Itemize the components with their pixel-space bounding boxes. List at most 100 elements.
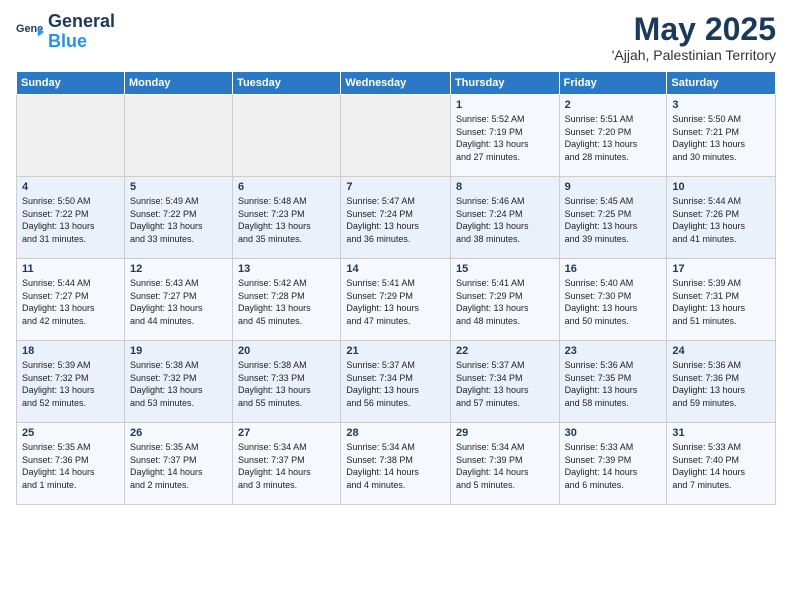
day-number: 14 xyxy=(346,263,445,275)
day-info: Sunrise: 5:37 AM Sunset: 7:34 PM Dayligh… xyxy=(456,359,554,409)
col-friday: Friday xyxy=(559,72,667,95)
calendar-cell-w2-d6: 9Sunrise: 5:45 AM Sunset: 7:25 PM Daylig… xyxy=(559,177,667,259)
day-info: Sunrise: 5:51 AM Sunset: 7:20 PM Dayligh… xyxy=(565,113,662,163)
day-number: 20 xyxy=(238,345,335,357)
day-info: Sunrise: 5:40 AM Sunset: 7:30 PM Dayligh… xyxy=(565,277,662,327)
calendar-cell-w3-d1: 11Sunrise: 5:44 AM Sunset: 7:27 PM Dayli… xyxy=(17,259,125,341)
day-info: Sunrise: 5:49 AM Sunset: 7:22 PM Dayligh… xyxy=(130,195,227,245)
day-number: 29 xyxy=(456,427,554,439)
calendar-cell-w5-d4: 28 Sunrise: 5:34 AM Sunset: 7:38 PM Dayli… xyxy=(341,423,451,505)
calendar-cell-w4-d3: 20 Sunrise: 5:38 AM Sunset: 7:33 PM Dayli… xyxy=(233,341,341,423)
calendar-cell-w1-d3 xyxy=(233,95,341,177)
week-row-3: 11Sunrise: 5:44 AM Sunset: 7:27 PM Dayli… xyxy=(17,259,776,341)
day-number: 26 xyxy=(130,427,227,439)
day-info: Sunrise: 5:33 AM Sunset: 7:40 PM Dayligh… xyxy=(672,441,770,491)
day-number: 24 xyxy=(672,345,770,357)
day-info: Sunrise: 5:47 AM Sunset: 7:24 PM Dayligh… xyxy=(346,195,445,245)
day-info: Sunrise: 5:41 AM Sunset: 7:29 PM Dayligh… xyxy=(456,277,554,327)
calendar-cell-w1-d7: 3 Sunrise: 5:50 AM Sunset: 7:21 PM Daylig… xyxy=(667,95,776,177)
day-number: 17 xyxy=(672,263,770,275)
day-number: 4 xyxy=(22,181,119,193)
main-title: May 2025 xyxy=(612,12,776,47)
logo-icon: General xyxy=(16,18,44,46)
day-info: Sunrise: 5:46 AM Sunset: 7:24 PM Dayligh… xyxy=(456,195,554,245)
calendar-cell-w4-d7: 24Sunrise: 5:36 AM Sunset: 7:36 PM Dayli… xyxy=(667,341,776,423)
day-info: Sunrise: 5:33 AM Sunset: 7:39 PM Dayligh… xyxy=(565,441,662,491)
day-number: 28 xyxy=(346,427,445,439)
calendar-cell-w3-d3: 13Sunrise: 5:42 AM Sunset: 7:28 PM Dayli… xyxy=(233,259,341,341)
col-wednesday: Wednesday xyxy=(341,72,451,95)
calendar-cell-w2-d3: 6 Sunrise: 5:48 AM Sunset: 7:23 PM Daylig… xyxy=(233,177,341,259)
day-number: 12 xyxy=(130,263,227,275)
calendar: Sunday Monday Tuesday Wednesday Thursday… xyxy=(16,71,776,505)
day-info: Sunrise: 5:38 AM Sunset: 7:33 PM Dayligh… xyxy=(238,359,335,409)
col-saturday: Saturday xyxy=(667,72,776,95)
calendar-cell-w4-d2: 19 Sunrise: 5:38 AM Sunset: 7:32 PM Dayli… xyxy=(124,341,232,423)
calendar-cell-w4-d5: 22 Sunrise: 5:37 AM Sunset: 7:34 PM Dayli… xyxy=(450,341,559,423)
day-info: Sunrise: 5:34 AM Sunset: 7:39 PM Dayligh… xyxy=(456,441,554,491)
calendar-cell-w1-d6: 2 Sunrise: 5:51 AM Sunset: 7:20 PM Daylig… xyxy=(559,95,667,177)
day-number: 5 xyxy=(130,181,227,193)
day-info: Sunrise: 5:48 AM Sunset: 7:23 PM Dayligh… xyxy=(238,195,335,245)
day-number: 15 xyxy=(456,263,554,275)
day-number: 16 xyxy=(565,263,662,275)
day-number: 22 xyxy=(456,345,554,357)
day-info: Sunrise: 5:36 AM Sunset: 7:35 PM Dayligh… xyxy=(565,359,662,409)
col-sunday: Sunday xyxy=(17,72,125,95)
day-info: Sunrise: 5:35 AM Sunset: 7:37 PM Dayligh… xyxy=(130,441,227,491)
calendar-cell-w5-d7: 31Sunrise: 5:33 AM Sunset: 7:40 PM Dayli… xyxy=(667,423,776,505)
calendar-cell-w2-d5: 8 Sunrise: 5:46 AM Sunset: 7:24 PM Daylig… xyxy=(450,177,559,259)
calendar-cell-w5-d6: 30 Sunrise: 5:33 AM Sunset: 7:39 PM Dayli… xyxy=(559,423,667,505)
day-number: 18 xyxy=(22,345,119,357)
logo-text: GeneralBlue xyxy=(48,12,115,52)
calendar-cell-w5-d3: 27Sunrise: 5:34 AM Sunset: 7:37 PM Dayli… xyxy=(233,423,341,505)
calendar-cell-w5-d2: 26 Sunrise: 5:35 AM Sunset: 7:37 PM Dayli… xyxy=(124,423,232,505)
col-thursday: Thursday xyxy=(450,72,559,95)
day-number: 2 xyxy=(565,99,662,111)
day-info: Sunrise: 5:34 AM Sunset: 7:38 PM Dayligh… xyxy=(346,441,445,491)
col-tuesday: Tuesday xyxy=(233,72,341,95)
week-row-1: 1 Sunrise: 5:52 AM Sunset: 7:19 PM Daylig… xyxy=(17,95,776,177)
calendar-cell-w2-d1: 4Sunrise: 5:50 AM Sunset: 7:22 PM Daylig… xyxy=(17,177,125,259)
subtitle: 'Ajjah, Palestinian Territory xyxy=(612,47,776,63)
day-number: 23 xyxy=(565,345,662,357)
calendar-cell-w3-d5: 15 Sunrise: 5:41 AM Sunset: 7:29 PM Dayli… xyxy=(450,259,559,341)
col-monday: Monday xyxy=(124,72,232,95)
day-info: Sunrise: 5:44 AM Sunset: 7:26 PM Dayligh… xyxy=(672,195,770,245)
calendar-cell-w2-d2: 5 Sunrise: 5:49 AM Sunset: 7:22 PM Daylig… xyxy=(124,177,232,259)
week-row-5: 25Sunrise: 5:35 AM Sunset: 7:36 PM Dayli… xyxy=(17,423,776,505)
calendar-cell-w4-d1: 18 Sunrise: 5:39 AM Sunset: 7:32 PM Dayli… xyxy=(17,341,125,423)
calendar-cell-w3-d2: 12 Sunrise: 5:43 AM Sunset: 7:27 PM Dayli… xyxy=(124,259,232,341)
day-number: 10 xyxy=(672,181,770,193)
calendar-cell-w3-d4: 14Sunrise: 5:41 AM Sunset: 7:29 PM Dayli… xyxy=(341,259,451,341)
day-info: Sunrise: 5:43 AM Sunset: 7:27 PM Dayligh… xyxy=(130,277,227,327)
day-number: 21 xyxy=(346,345,445,357)
day-info: Sunrise: 5:45 AM Sunset: 7:25 PM Dayligh… xyxy=(565,195,662,245)
week-row-2: 4Sunrise: 5:50 AM Sunset: 7:22 PM Daylig… xyxy=(17,177,776,259)
day-info: Sunrise: 5:38 AM Sunset: 7:32 PM Dayligh… xyxy=(130,359,227,409)
calendar-cell-w2-d7: 10 Sunrise: 5:44 AM Sunset: 7:26 PM Dayli… xyxy=(667,177,776,259)
day-info: Sunrise: 5:37 AM Sunset: 7:34 PM Dayligh… xyxy=(346,359,445,409)
day-number: 11 xyxy=(22,263,119,275)
calendar-cell-w1-d4 xyxy=(341,95,451,177)
day-info: Sunrise: 5:42 AM Sunset: 7:28 PM Dayligh… xyxy=(238,277,335,327)
calendar-cell-w4-d6: 23 Sunrise: 5:36 AM Sunset: 7:35 PM Dayli… xyxy=(559,341,667,423)
calendar-cell-w2-d4: 7 Sunrise: 5:47 AM Sunset: 7:24 PM Daylig… xyxy=(341,177,451,259)
day-number: 3 xyxy=(672,99,770,111)
day-info: Sunrise: 5:50 AM Sunset: 7:21 PM Dayligh… xyxy=(672,113,770,163)
day-number: 30 xyxy=(565,427,662,439)
page: General GeneralBlue May 2025 'Ajjah, Pal… xyxy=(0,0,792,612)
day-info: Sunrise: 5:39 AM Sunset: 7:32 PM Dayligh… xyxy=(22,359,119,409)
calendar-cell-w3-d7: 17 Sunrise: 5:39 AM Sunset: 7:31 PM Dayli… xyxy=(667,259,776,341)
day-number: 8 xyxy=(456,181,554,193)
day-info: Sunrise: 5:39 AM Sunset: 7:31 PM Dayligh… xyxy=(672,277,770,327)
calendar-cell-w1-d1 xyxy=(17,95,125,177)
day-number: 7 xyxy=(346,181,445,193)
header: General GeneralBlue May 2025 'Ajjah, Pal… xyxy=(16,12,776,63)
day-number: 19 xyxy=(130,345,227,357)
calendar-cell-w5-d5: 29 Sunrise: 5:34 AM Sunset: 7:39 PM Dayli… xyxy=(450,423,559,505)
day-number: 6 xyxy=(238,181,335,193)
day-info: Sunrise: 5:52 AM Sunset: 7:19 PM Dayligh… xyxy=(456,113,554,163)
day-number: 1 xyxy=(456,99,554,111)
calendar-cell-w4-d4: 21 Sunrise: 5:37 AM Sunset: 7:34 PM Dayli… xyxy=(341,341,451,423)
